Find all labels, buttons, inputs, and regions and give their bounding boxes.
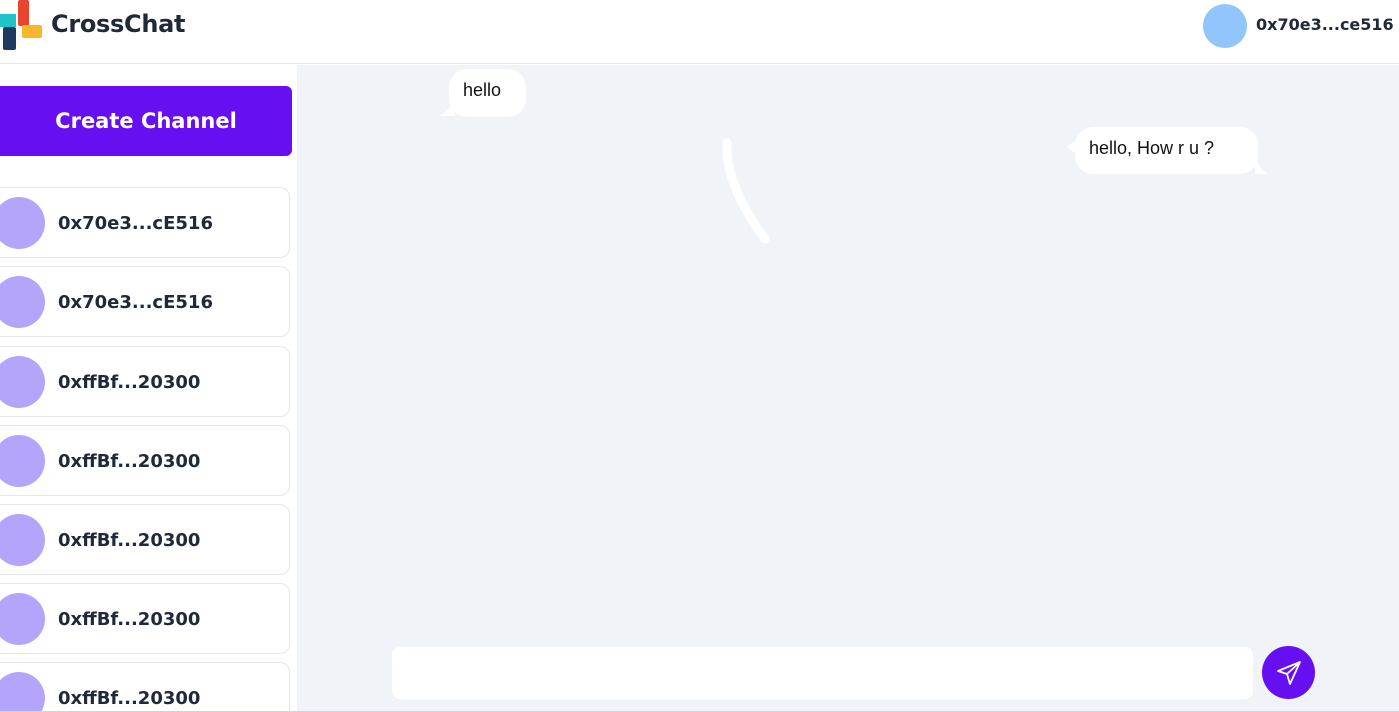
- channel-avatar: [0, 356, 45, 408]
- chat-panel: hello hello, How r u ?: [297, 65, 1399, 711]
- channel-item[interactable]: 0xffBf...20300: [0, 346, 290, 417]
- crosschat-logo-icon[interactable]: [0, 0, 44, 52]
- channel-item[interactable]: 0xffBf...20300: [0, 425, 290, 496]
- channel-name: 0x70e3...cE516: [58, 292, 213, 313]
- brand-name: CrossChat: [51, 10, 186, 38]
- channel-name: 0xffBf...20300: [58, 372, 201, 393]
- message-bubble-received: hello: [449, 69, 526, 117]
- channel-avatar: [0, 514, 45, 566]
- message-input[interactable]: [392, 647, 1253, 699]
- channel-name: 0xffBf...20300: [58, 609, 201, 630]
- channel-name: 0x70e3...cE516: [58, 213, 213, 234]
- user-avatar[interactable]: [1203, 4, 1247, 48]
- app-header: CrossChat 0x70e3...ce516: [0, 0, 1399, 64]
- channel-avatar: [0, 435, 45, 487]
- channel-item[interactable]: 0xffBf...20300: [0, 583, 290, 654]
- channel-name: 0xffBf...20300: [58, 688, 201, 709]
- scribble-mark: [722, 138, 770, 244]
- channel-item[interactable]: 0xffBf...20300: [0, 662, 290, 712]
- send-icon: [1276, 660, 1301, 685]
- channel-sidebar: Create Channel 0x70e3...cE516 0x70e3...c…: [0, 65, 297, 712]
- channel-avatar: [0, 276, 45, 328]
- message-bubble-sent: hello, How r u ?: [1075, 127, 1258, 174]
- channel-avatar: [0, 197, 45, 249]
- channel-item[interactable]: 0xffBf...20300: [0, 504, 290, 575]
- channel-item[interactable]: 0x70e3...cE516: [0, 266, 290, 337]
- channel-avatar: [0, 593, 45, 645]
- channel-name: 0xffBf...20300: [58, 530, 201, 551]
- send-button[interactable]: [1262, 646, 1315, 699]
- channel-avatar: [0, 672, 45, 712]
- channel-name: 0xffBf...20300: [58, 451, 201, 472]
- channel-item[interactable]: 0x70e3...cE516: [0, 187, 290, 258]
- user-address[interactable]: 0x70e3...ce516: [1256, 15, 1394, 34]
- create-channel-button[interactable]: Create Channel: [0, 86, 292, 156]
